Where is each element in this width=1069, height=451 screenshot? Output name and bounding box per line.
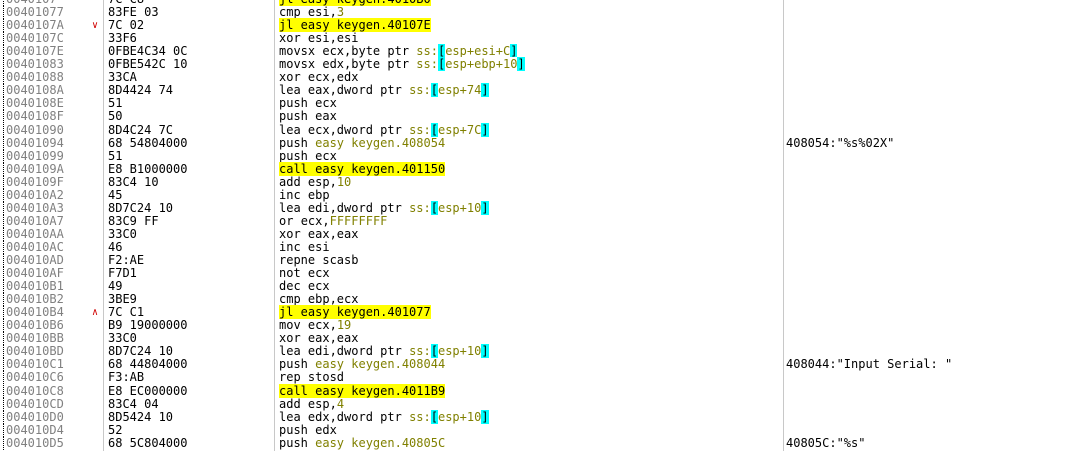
jump-up-arrow-icon: ∧	[92, 307, 99, 318]
instruction-row[interactable]: 004010A7 83C9 FF or ecx,FFFFFFFF	[0, 215, 1069, 228]
instruction-row[interactable]: 00401077 83FE 03 cmp esi,3	[0, 6, 1069, 19]
bracket: [	[430, 344, 438, 358]
instruction-row[interactable]: 004010C8 E8 EC000000 call easy keygen.4011…	[0, 384, 1069, 398]
instruction-row[interactable]: 004010C1 68 44804000 push easy keygen.4080…	[0, 358, 1069, 371]
instruction-row[interactable]: 0040107A ∨ 7C 02 jl easy keygen.40107E	[0, 18, 1069, 32]
disassembly-view[interactable]: 00401077C C8jl easy keygen.4010B00040107…	[0, 0, 1069, 451]
bracket: ]	[481, 410, 489, 424]
comment: 408044:"Input Serial: "	[786, 357, 953, 371]
opcode-bytes: 50	[108, 109, 123, 123]
bracket: [	[430, 123, 438, 137]
instruction-row[interactable]: 004010AC 46 inc esi	[0, 241, 1069, 254]
instruction-row[interactable]: 004010D0 8D5424 10 lea edx,dword ptr ss:[e…	[0, 410, 1069, 424]
instruction-row[interactable]: 0040108A 8D4424 74 lea eax,dword ptr ss:[e…	[0, 83, 1069, 97]
instruction-row[interactable]: 00401094 68 54804000 push easy keygen.4080…	[0, 137, 1069, 150]
branch-target: jl easy keygen.401077	[279, 305, 431, 319]
instruction-row[interactable]: 0040109A E8 B1000000 call easy keygen.4011…	[0, 162, 1069, 176]
bracket: [	[430, 410, 438, 424]
branch-target: call easy keygen.401150	[279, 162, 446, 176]
instruction-row[interactable]: 00401083 0FBE542C 10 movsx edx,byte ptr ss…	[0, 57, 1069, 71]
instruction-row[interactable]: 0040108E 51 push ecx	[0, 97, 1069, 110]
instruction-row[interactable]: 004010AD F2:AE repne scasb	[0, 254, 1069, 267]
instruction: rep stosd	[279, 370, 345, 384]
comment: 408054:"%s%02X"	[786, 136, 895, 150]
instruction: push eax	[279, 109, 337, 123]
instruction-row[interactable]: 0040108F 50 push eax	[0, 110, 1069, 123]
instruction: push easy keygen.40805C	[279, 436, 446, 450]
instruction-row[interactable]: 004010B1 49 dec ecx	[0, 280, 1069, 293]
opcode-bytes: 68 5C804000	[108, 436, 188, 450]
instruction-row[interactable]: 004010D5 68 5C804000 push easy keygen.4080…	[0, 437, 1069, 450]
bracket: [	[430, 201, 438, 215]
bracket: ]	[481, 123, 489, 137]
jump-down-arrow-icon: ∨	[92, 20, 99, 31]
branch-target: jl easy keygen.40107E	[279, 18, 431, 32]
bracket: ]	[481, 344, 489, 358]
bracket: ]	[481, 83, 489, 97]
instruction-row[interactable]: 004010AA 33C0 xor eax,eax	[0, 228, 1069, 241]
comment: 40805C:"%s"	[786, 436, 866, 450]
instruction-row[interactable]: 004010B2 3BE9 cmp ebp,ecx	[0, 293, 1069, 306]
bracket: ]	[481, 201, 489, 215]
address: 004010C6	[6, 370, 64, 384]
instruction-row[interactable]: 004010C6 F3:AB rep stosd	[0, 371, 1069, 384]
bracket: [	[430, 83, 438, 97]
instruction-row[interactable]: 004010B6 B9 19000000 mov ecx,19	[0, 319, 1069, 332]
instruction-row[interactable]: 004010AF F7D1 not ecx	[0, 267, 1069, 280]
instruction-row[interactable]: 0040109F 83C4 10 add esp,10	[0, 176, 1069, 189]
instruction-row[interactable]: 004010A3 8D7C24 10 lea edi,dword ptr ss:[e…	[0, 201, 1069, 215]
address: 004010D5	[6, 436, 64, 450]
branch-target: call easy keygen.4011B9	[279, 384, 446, 398]
bracket: ]	[510, 44, 518, 58]
opcode-bytes: F3:AB	[108, 370, 145, 384]
bracket: ]	[517, 57, 525, 71]
address: 0040108F	[6, 109, 64, 123]
